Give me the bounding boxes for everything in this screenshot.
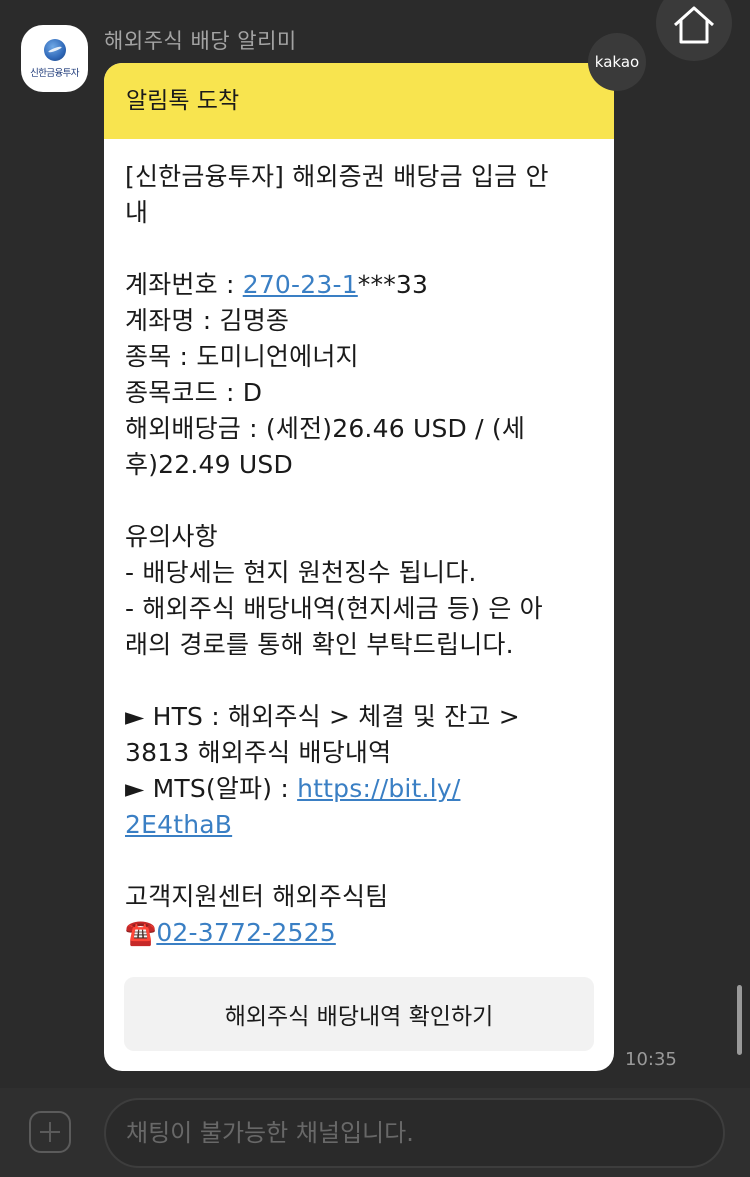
message-title-line: 내 xyxy=(125,198,149,227)
dividend-line: 후)22.49 USD xyxy=(125,450,293,479)
phone-number-link[interactable]: 02-3772-2525 xyxy=(156,918,336,947)
add-attachment-icon[interactable] xyxy=(29,1111,71,1153)
hts-path-line: ► HTS : 해외주식 > 체결 및 잔고 > xyxy=(125,702,520,731)
chat-input-bar: 채팅이 불가능한 채널입니다. xyxy=(0,1088,750,1177)
stock-line: 종목 : 도미니언에너지 xyxy=(125,342,359,371)
support-team-line: 고객지원센터 해외주식팀 xyxy=(125,882,389,911)
avatar-brand: 신한금융투자 xyxy=(30,68,79,79)
channel-avatar[interactable]: 신한금융투자 xyxy=(21,25,88,92)
account-number-line: 계좌번호 : 270-23-1***33 xyxy=(125,270,429,299)
notice-title: 유의사항 xyxy=(125,522,218,551)
globe-logo-icon xyxy=(44,39,66,61)
message-body: [신한금융투자] 해외증권 배당금 입금 안 내 계좌번호 : 270-23-1… xyxy=(125,159,601,951)
chat-input[interactable]: 채팅이 불가능한 채널입니다. xyxy=(104,1098,725,1168)
message-header: 알림톡 도착 xyxy=(104,63,614,139)
mts-url-link[interactable]: https://bit.ly/ xyxy=(297,774,460,803)
notice-item: - 배당세는 현지 원천징수 됩니다. xyxy=(125,558,477,587)
scrollbar[interactable] xyxy=(737,985,742,1055)
phone-line: ☎️02-3772-2525 xyxy=(125,915,601,951)
message-time: 10:35 xyxy=(625,1049,677,1070)
telephone-icon: ☎️ xyxy=(125,918,157,947)
alimtalk-message-bubble: 알림톡 도착 [신한금융투자] 해외증권 배당금 입금 안 내 계좌번호 : 2… xyxy=(104,63,614,1071)
mts-line: 2E4thaB xyxy=(125,807,601,843)
mts-line: ► MTS(알파) : https://bit.ly/ xyxy=(125,774,461,803)
dividend-line: 해외배당금 : (세전)26.46 USD / (세 xyxy=(125,414,526,443)
home-icon xyxy=(673,6,715,44)
notice-item: 래의 경로를 통해 확인 부탁드립니다. xyxy=(125,630,514,659)
kakao-badge: kakao xyxy=(588,33,646,91)
sender-name: 해외주식 배당 알리미 xyxy=(104,29,297,53)
mts-url-link[interactable]: 2E4thaB xyxy=(125,810,232,839)
stock-code-line: 종목코드 : D xyxy=(125,378,263,407)
hts-path-line: 3813 해외주식 배당내역 xyxy=(125,738,392,767)
account-name-line: 계좌명 : 김명종 xyxy=(125,306,290,335)
home-button[interactable] xyxy=(656,0,732,61)
notice-item: - 해외주식 배당내역(현지세금 등) 은 아 xyxy=(125,594,543,623)
message-title-line: [신한금융투자] 해외증권 배당금 입금 안 xyxy=(125,162,549,191)
account-number-link[interactable]: 270-23-1 xyxy=(243,270,358,299)
check-dividend-history-button[interactable]: 해외주식 배당내역 확인하기 xyxy=(124,977,594,1051)
